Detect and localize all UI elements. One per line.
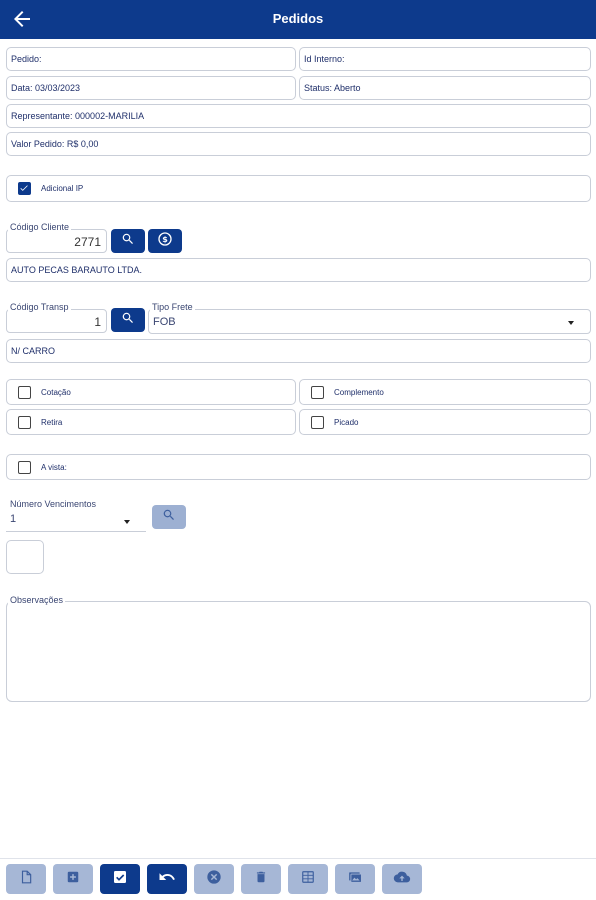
cotacao-row[interactable]: Cotação [6, 379, 296, 405]
image-button[interactable] [335, 864, 375, 894]
search-icon [121, 311, 135, 330]
confirm-button[interactable] [100, 864, 140, 894]
dropdown-arrow-icon [124, 520, 130, 524]
cliente-name-field: AUTO PECAS BARAUTO LTDA. [6, 258, 591, 282]
undo-icon [158, 868, 176, 891]
cotacao-checkbox[interactable] [18, 385, 31, 399]
codigo-transp-value: 1 [94, 315, 101, 329]
picado-checkbox[interactable] [311, 415, 324, 429]
complemento-checkbox[interactable] [311, 385, 324, 399]
retira-row[interactable]: Retira [6, 409, 296, 435]
cloud-upload-icon [393, 869, 411, 890]
delete-button[interactable] [241, 864, 281, 894]
retira-checkbox[interactable] [18, 415, 31, 429]
retira-label: Retira [41, 417, 63, 427]
numero-vencimentos-select[interactable]: 1 [6, 510, 146, 532]
adicional-ip-checkbox[interactable] [18, 182, 31, 195]
codigo-cliente-input[interactable]: 2771 [6, 229, 107, 253]
transportadora-name-field: N/ CARRO [6, 339, 591, 363]
dollar-coin-icon: $ [157, 231, 173, 252]
pedido-field: Pedido: [6, 47, 296, 71]
cotacao-label: Cotação [41, 387, 71, 397]
table-icon [301, 870, 315, 889]
tipo-frete-value: FOB [153, 316, 176, 328]
numero-vencimentos-label: Número Vencimentos [8, 499, 99, 509]
financeiro-cliente-button[interactable]: $ [148, 229, 182, 253]
bottom-toolbar [0, 858, 596, 900]
complemento-label: Complemento [334, 387, 384, 397]
search-icon [162, 508, 176, 527]
observacoes-label: Observações [8, 595, 66, 605]
observacoes-textarea[interactable] [6, 601, 591, 702]
a-vista-label: A vista: [41, 462, 67, 472]
svg-text:$: $ [162, 235, 168, 244]
a-vista-checkbox[interactable] [18, 460, 31, 474]
image-icon [347, 870, 363, 889]
search-transp-button[interactable] [111, 308, 145, 332]
codigo-cliente-value: 2771 [74, 235, 101, 249]
status-field: Status: Aberto [299, 76, 591, 100]
id-interno-field: Id Interno: [299, 47, 591, 71]
data-field: Data: 03/03/2023 [6, 76, 296, 100]
page-title: Pedidos [272, 11, 324, 26]
app-header: Pedidos [0, 0, 596, 39]
document-icon [19, 870, 33, 889]
tipo-frete-label: Tipo Frete [150, 302, 195, 312]
dropdown-arrow-icon [568, 321, 574, 325]
table-button[interactable] [288, 864, 328, 894]
cancel-icon [206, 869, 222, 890]
a-vista-row[interactable]: A vista: [6, 454, 591, 480]
search-vencimentos-button[interactable] [152, 505, 186, 529]
cloud-upload-button[interactable] [382, 864, 422, 894]
picado-row[interactable]: Picado [299, 409, 591, 435]
undo-button[interactable] [147, 864, 187, 894]
codigo-cliente-label: Código Cliente [8, 222, 72, 232]
representante-field: Representante: 000002-MARILIA [6, 104, 591, 128]
search-icon [121, 232, 135, 251]
adicional-ip-label: Adicional IP [41, 184, 84, 193]
picado-label: Picado [334, 417, 359, 427]
complemento-row[interactable]: Complemento [299, 379, 591, 405]
add-icon [66, 870, 80, 889]
codigo-transp-label: Código Transp [8, 302, 71, 312]
codigo-transp-input[interactable]: 1 [6, 309, 107, 333]
search-cliente-button[interactable] [111, 229, 145, 253]
new-document-button[interactable] [6, 864, 46, 894]
empty-field-box[interactable] [6, 540, 44, 574]
adicional-ip-row[interactable]: Adicional IP [6, 175, 591, 202]
tipo-frete-select[interactable]: FOB [148, 309, 591, 334]
check-icon [112, 869, 128, 890]
numero-vencimentos-value: 1 [10, 513, 17, 525]
select-underline [6, 531, 146, 532]
valor-pedido-field: Valor Pedido: R$ 0,00 [6, 132, 591, 156]
add-button[interactable] [53, 864, 93, 894]
trash-icon [254, 870, 268, 889]
cancel-button[interactable] [194, 864, 234, 894]
